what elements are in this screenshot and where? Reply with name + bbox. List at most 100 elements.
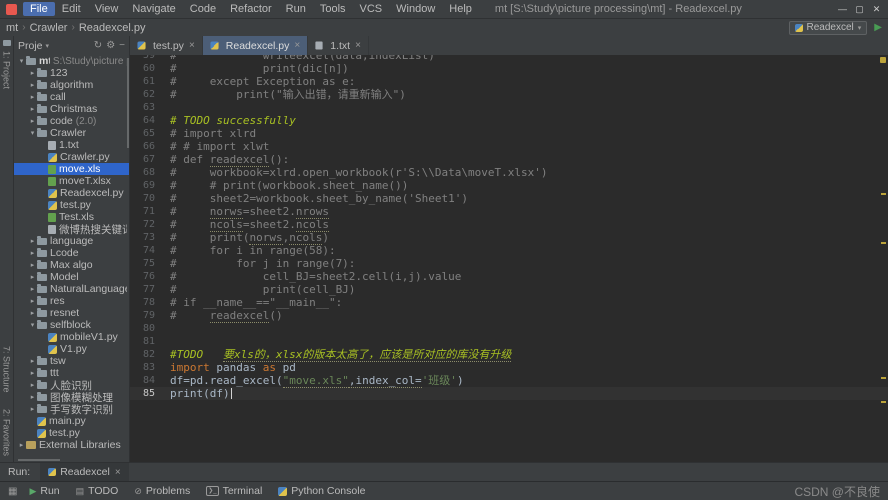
tree-item-resnet[interactable]: ▸ resnet xyxy=(14,307,129,319)
menu-help[interactable]: Help xyxy=(442,2,479,16)
tree-item-Crawler.py[interactable]: Crawler.py xyxy=(14,151,129,163)
close-icon[interactable]: × xyxy=(115,467,121,478)
tree-item-selfblock[interactable]: ▾ selfblock xyxy=(14,319,129,331)
close-icon[interactable]: × xyxy=(189,40,195,51)
menu-refactor[interactable]: Refactor xyxy=(223,2,279,16)
tree-item-mobileV1.py[interactable]: mobileV1.py xyxy=(14,331,129,343)
code-line-80[interactable]: 80 xyxy=(130,322,888,335)
code-line-61[interactable]: 61 # except Exception as e: xyxy=(130,75,888,88)
chevron-down-icon[interactable]: ▾ xyxy=(28,129,37,137)
tool-button-favorites[interactable]: 2: Favorites xyxy=(2,409,12,456)
tree-item-language[interactable]: ▸ language xyxy=(14,235,129,247)
tree-item-test.py[interactable]: test.py xyxy=(14,427,129,439)
code-line-84[interactable]: 84 df=pd.read_excel("move.xls",index_col=… xyxy=(130,374,888,388)
breadcrumb-item[interactable]: mt xyxy=(6,22,18,34)
code-line-70[interactable]: 70 # sheet2=workbook.sheet_by_name('Sheet… xyxy=(130,192,888,205)
tree-item-NaturalLanguageProc[interactable]: ▸ NaturalLanguageProc xyxy=(14,283,129,295)
code-line-77[interactable]: 77 # print(cell_BJ) xyxy=(130,283,888,296)
chevron-down-icon[interactable]: ▾ xyxy=(28,321,37,329)
project-horizontal-scrollbar[interactable] xyxy=(18,459,60,461)
tree-item-Model[interactable]: ▸ Model xyxy=(14,271,129,283)
menu-code[interactable]: Code xyxy=(183,2,223,16)
code-line-60[interactable]: 60 # print(dic[n]) xyxy=(130,62,888,75)
code-line-72[interactable]: 72 # ncols=sheet2.ncols xyxy=(130,218,888,232)
run-config-select[interactable]: Readexcel ▾ xyxy=(788,20,868,35)
code-line-68[interactable]: 68 # workbook=xlrd.open_workbook(r'S:\\Da… xyxy=(130,166,888,179)
breadcrumb-item[interactable]: Crawler xyxy=(30,22,68,34)
chevron-down-icon[interactable]: ▾ xyxy=(17,57,26,65)
chevron-right-icon[interactable]: ▸ xyxy=(28,405,37,413)
tree-item-Max algo[interactable]: ▸ Max algo xyxy=(14,259,129,271)
project-vertical-scrollbar[interactable] xyxy=(127,58,129,148)
code-line-59[interactable]: 59 # writeexcel(data,indexList) xyxy=(130,55,888,62)
minimize-icon[interactable]: — xyxy=(834,4,851,15)
tree-item-move.xls[interactable]: move.xls xyxy=(14,163,129,175)
tree-item-Crawler[interactable]: ▾ Crawler xyxy=(14,127,129,139)
tool-windows-toggle-icon[interactable]: ▦ xyxy=(8,486,17,497)
tree-item-Readexcel.py[interactable]: Readexcel.py xyxy=(14,187,129,199)
menu-window[interactable]: Window xyxy=(389,2,442,16)
chevron-right-icon[interactable]: ▸ xyxy=(28,273,37,281)
tree-item-V1.py[interactable]: V1.py xyxy=(14,343,129,355)
chevron-right-icon[interactable]: ▸ xyxy=(28,357,37,365)
close-icon[interactable]: ✕ xyxy=(868,4,885,15)
chevron-right-icon[interactable]: ▸ xyxy=(28,69,37,77)
code-line-75[interactable]: 75 # for j in range(7): xyxy=(130,257,888,270)
chevron-right-icon[interactable]: ▸ xyxy=(17,441,26,449)
code-line-67[interactable]: 67 # def readexcel(): xyxy=(130,153,888,167)
hide-panel-icon[interactable]: − xyxy=(119,40,125,51)
code-line-81[interactable]: 81 xyxy=(130,335,888,348)
statusbar-todo[interactable]: ▤ TODO xyxy=(76,485,119,497)
chevron-right-icon[interactable]: ▸ xyxy=(28,369,37,377)
tree-item-Christmas[interactable]: ▸ Christmas xyxy=(14,103,129,115)
inspection-indicator[interactable] xyxy=(880,57,886,63)
chevron-right-icon[interactable]: ▸ xyxy=(28,81,37,89)
run-panel-tab[interactable]: Readexcel × xyxy=(40,463,129,481)
menu-tools[interactable]: Tools xyxy=(313,2,353,16)
code-line-64[interactable]: 64 # TODO successfully xyxy=(130,114,888,127)
close-icon[interactable]: × xyxy=(355,40,361,51)
tree-item-微博热搜关键词词频[interactable]: 微博热搜关键词词频 xyxy=(14,223,129,236)
tab-1.txt[interactable]: 1.txt × xyxy=(308,36,369,55)
tree-item-123[interactable]: ▸ 123 xyxy=(14,67,129,79)
warning-mark[interactable] xyxy=(881,193,886,196)
code-line-79[interactable]: 79 # readexcel() xyxy=(130,309,888,323)
run-button[interactable]: ▶ xyxy=(874,22,882,33)
statusbar-problems[interactable]: ⊘ Problems xyxy=(134,485,190,497)
code-line-62[interactable]: 62 # print("输入出错，请重新输入") xyxy=(130,88,888,101)
chevron-right-icon[interactable]: ▸ xyxy=(28,393,37,401)
code-line-74[interactable]: 74 # for i in range(58): xyxy=(130,244,888,257)
tree-item-test.py[interactable]: test.py xyxy=(14,199,129,211)
tree-item-Lcode[interactable]: ▸ Lcode xyxy=(14,247,129,259)
project-header-label[interactable]: Proje xyxy=(18,40,43,52)
close-icon[interactable]: × xyxy=(294,40,300,51)
tree-item-moveT.xlsx[interactable]: moveT.xlsx xyxy=(14,175,129,187)
chevron-right-icon[interactable]: ▸ xyxy=(28,105,37,113)
chevron-right-icon[interactable]: ▸ xyxy=(28,237,37,245)
code-line-71[interactable]: 71 # norws=sheet2.nrows xyxy=(130,205,888,219)
chevron-right-icon[interactable]: ▸ xyxy=(28,261,37,269)
statusbar-python-console[interactable]: Python Console xyxy=(278,485,365,497)
menu-vcs[interactable]: VCS xyxy=(353,2,390,16)
code-line-76[interactable]: 76 # cell_BJ=sheet2.cell(i,j).value xyxy=(130,270,888,283)
chevron-right-icon[interactable]: ▸ xyxy=(28,249,37,257)
menu-edit[interactable]: Edit xyxy=(55,2,88,16)
tree-item-main.py[interactable]: main.py xyxy=(14,415,129,427)
tree-item-tsw[interactable]: ▸ tsw xyxy=(14,355,129,367)
code-line-66[interactable]: 66 # # import xlwt xyxy=(130,140,888,153)
code-line-78[interactable]: 78 # if __name__=="__main__": xyxy=(130,296,888,309)
tree-item-mt[interactable]: ▾ mtS:\Study\picture pro xyxy=(14,55,129,67)
error-stripe[interactable] xyxy=(878,55,888,462)
chevron-right-icon[interactable]: ▸ xyxy=(28,117,37,125)
code-line-63[interactable]: 63 xyxy=(130,101,888,114)
maximize-icon[interactable]: ▢ xyxy=(851,4,868,15)
tree-item-algorithm[interactable]: ▸ algorithm xyxy=(14,79,129,91)
tree-item-1.txt[interactable]: 1.txt xyxy=(14,139,129,151)
tool-button-project[interactable]: 1: Project xyxy=(2,51,12,89)
chevron-right-icon[interactable]: ▸ xyxy=(28,381,37,389)
chevron-right-icon[interactable]: ▸ xyxy=(28,285,37,293)
tree-item-External Libraries[interactable]: ▸ External Libraries xyxy=(14,439,129,451)
code-line-83[interactable]: 83 import pandas as pd xyxy=(130,361,888,374)
tab-test.py[interactable]: test.py × xyxy=(130,36,203,55)
warning-mark[interactable] xyxy=(881,376,886,379)
